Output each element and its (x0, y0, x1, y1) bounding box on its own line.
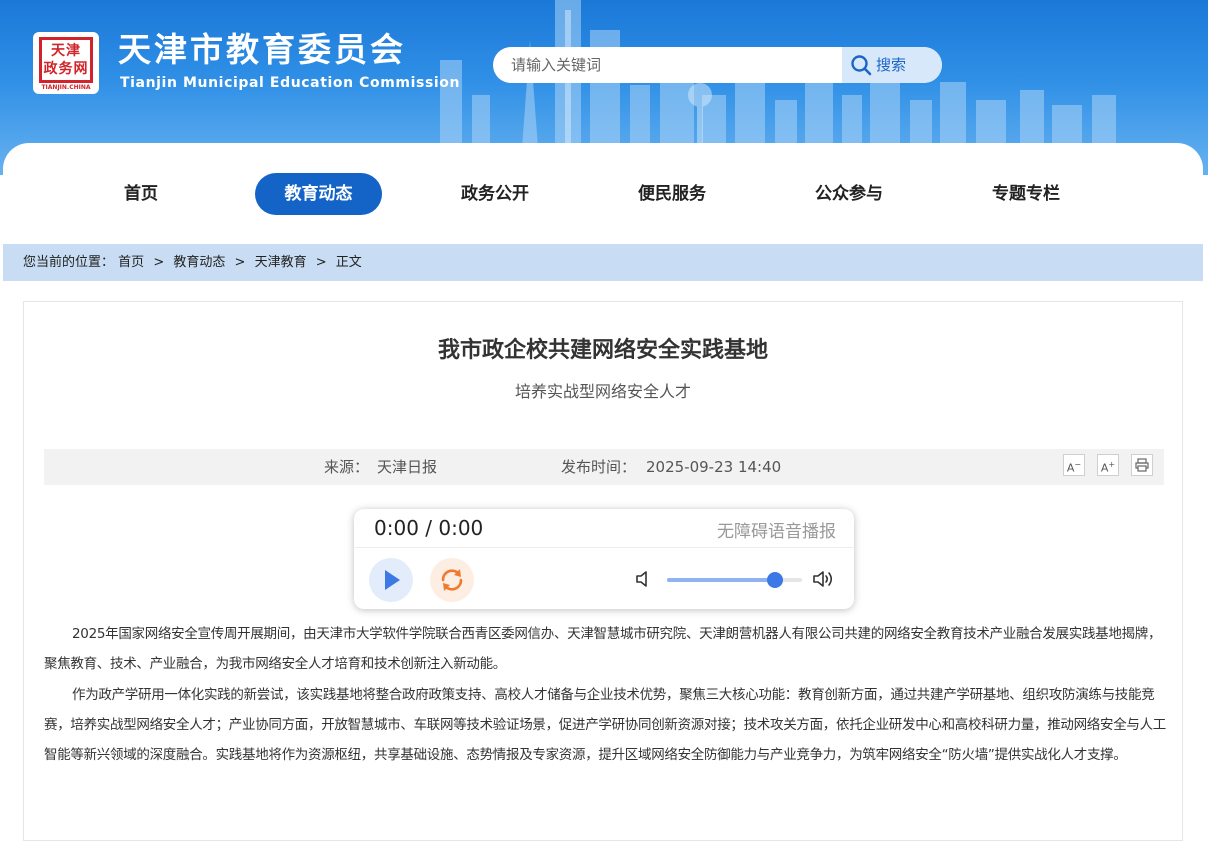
play-button[interactable] (369, 558, 413, 602)
breadcrumb-separator: > (315, 255, 327, 270)
font-increase-button[interactable]: A+ (1097, 454, 1119, 476)
nav-item-special-topics[interactable]: 专题专栏 (976, 173, 1076, 215)
publish-date-value: 2025-09-23 14:40 (646, 458, 782, 476)
search-icon (851, 55, 872, 76)
source-value: 天津日报 (377, 458, 438, 476)
breadcrumb-item-tianjin-education[interactable]: 天津教育 (255, 244, 307, 281)
site-title: 天津市教育委员会 (118, 30, 406, 69)
search-box: 搜索 (493, 47, 942, 83)
breadcrumb-item-current: 正文 (335, 255, 362, 270)
volume-mute-icon[interactable] (634, 569, 654, 589)
article-paragraph: 2025年国家网络安全宣传周开展期间，由天津市大学软件学院联合西青区委网信办、天… (44, 626, 1162, 672)
logo-subtext: TIANJIN.CHINA (41, 84, 91, 91)
breadcrumb-item-home[interactable]: 首页 (118, 244, 144, 281)
audio-time: 0:00 / 0:00 (374, 516, 484, 540)
volume-slider-handle[interactable] (767, 572, 783, 588)
publish-date-label: 发布时间： (561, 458, 637, 476)
loop-icon (441, 569, 463, 591)
play-icon (385, 570, 400, 590)
print-icon (1135, 458, 1149, 472)
breadcrumb-separator: > (234, 255, 246, 270)
search-button-label: 搜索 (876, 56, 907, 74)
minus-icon: − (1074, 460, 1082, 469)
nav-item-public-participation[interactable]: 公众参与 (799, 173, 899, 215)
article-paragraph: 作为政产学研用一体化实践的新尝试，该实践基地将整合政府政策支持、高校人才储备与企… (44, 687, 1166, 763)
article: 我市政企校共建网络安全实践基地 培养实战型网络安全人才 来源： 天津日报 发布时… (23, 301, 1183, 841)
search-button[interactable]: 搜索 (842, 47, 942, 83)
main-nav: 首页 教育动态 政务公开 便民服务 公众参与 专题专栏 (3, 173, 1203, 215)
loop-button[interactable] (430, 558, 474, 602)
nav-item-education-news[interactable]: 教育动态 (255, 173, 382, 215)
logo-seal: 天津 政务网 (39, 37, 93, 83)
article-title: 我市政企校共建网络安全实践基地 (437, 338, 768, 363)
breadcrumb: 您当前的位置： 首页 > 教育动态 > 天津教育 > 正文 (3, 244, 1203, 281)
nav-item-government-affairs[interactable]: 政务公开 (445, 173, 545, 215)
search-input[interactable] (493, 47, 843, 83)
font-decrease-button[interactable]: A− (1063, 454, 1085, 476)
breadcrumb-separator: > (153, 255, 165, 270)
audio-divider (354, 547, 854, 548)
audio-accessibility-label: 无障碍语音播报 (717, 522, 836, 542)
article-meta-bar: 来源： 天津日报 发布时间： 2025-09-23 14:40 A− A+ (44, 449, 1164, 485)
site-subtitle: Tianjin Municipal Education Commission (120, 75, 461, 91)
site-logo[interactable]: 天津 政务网 TIANJIN.CHINA (33, 32, 99, 94)
volume-slider-fill (667, 578, 775, 582)
plus-icon: + (1108, 460, 1116, 469)
print-button[interactable] (1131, 454, 1153, 476)
volume-max-icon[interactable] (812, 568, 836, 590)
breadcrumb-item-education-news[interactable]: 教育动态 (173, 244, 225, 281)
breadcrumb-prefix: 您当前的位置： (23, 255, 115, 270)
source-label: 来源： (324, 458, 370, 476)
nav-item-home[interactable]: 首页 (101, 173, 181, 215)
main-content-card: 首页 教育动态 政务公开 便民服务 公众参与 专题专栏 您当前的位置： 首页 >… (3, 143, 1203, 841)
nav-item-public-services[interactable]: 便民服务 (622, 173, 722, 215)
volume-slider[interactable] (667, 572, 802, 588)
article-subtitle: 培养实战型网络安全人才 (514, 382, 691, 401)
audio-player: 0:00 / 0:00 无障碍语音播报 (354, 509, 854, 609)
